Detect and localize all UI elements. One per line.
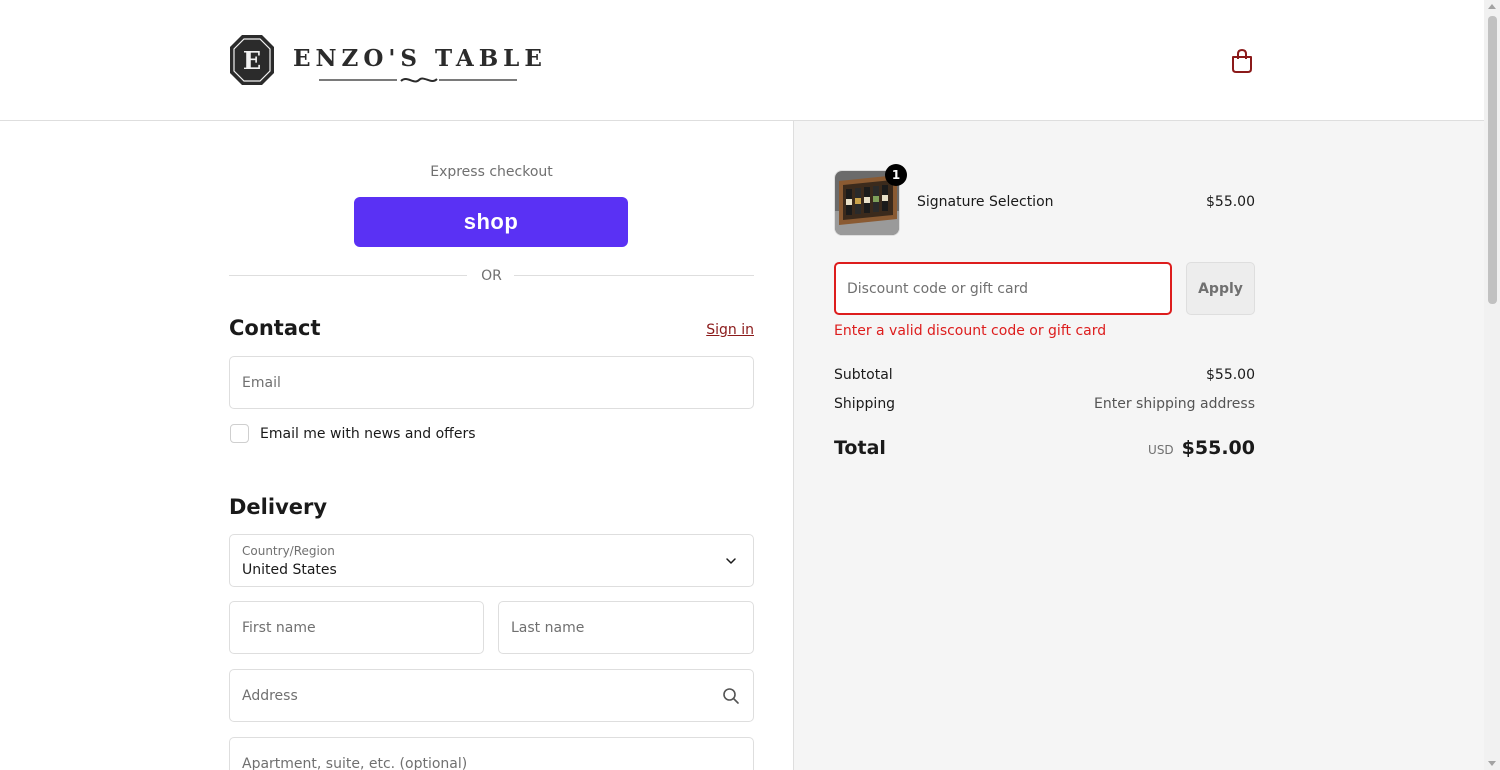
- express-checkout-label: Express checkout: [430, 164, 553, 180]
- logo-mark-letter: E: [243, 46, 261, 75]
- address-input[interactable]: [230, 670, 753, 721]
- brand-logo[interactable]: E ENZO'S TABLE: [229, 34, 543, 86]
- apartment-field[interactable]: [229, 737, 754, 770]
- page-scrollbar[interactable]: [1484, 0, 1500, 770]
- product-name: Signature Selection: [917, 194, 1054, 210]
- scroll-down-arrow-icon[interactable]: [1488, 761, 1496, 766]
- or-divider-text: OR: [481, 268, 502, 284]
- total-amount: $55.00: [1181, 437, 1255, 459]
- first-name-input[interactable]: [230, 602, 483, 653]
- first-name-field[interactable]: [229, 601, 484, 654]
- total-currency: USD: [1148, 443, 1174, 457]
- newsletter-option[interactable]: Email me with news and offers: [230, 424, 476, 443]
- shop-pay-button[interactable]: shop: [354, 197, 628, 247]
- or-divider: OR: [229, 266, 754, 286]
- chevron-down-icon: [726, 558, 736, 564]
- country-label: Country/Region: [242, 544, 335, 558]
- last-name-field[interactable]: [498, 601, 754, 654]
- shipping-label: Shipping: [834, 396, 896, 412]
- country-select[interactable]: Country/Region United States: [229, 534, 754, 587]
- product-price: $55.00: [1206, 194, 1255, 210]
- subtotal-row: Subtotal $55.00: [834, 367, 1255, 383]
- sign-in-link[interactable]: Sign in: [700, 322, 754, 338]
- email-field[interactable]: [229, 356, 754, 409]
- quantity-badge: 1: [885, 164, 907, 186]
- subtotal-value: $55.00: [1206, 367, 1255, 383]
- logo-text: ENZO'S TABLE: [293, 45, 547, 72]
- discount-error-message: Enter a valid discount code or gift card: [834, 323, 1107, 339]
- total-value: USD $55.00: [1148, 437, 1255, 459]
- contact-title: Contact: [229, 316, 321, 340]
- scroll-up-arrow-icon[interactable]: [1488, 4, 1496, 9]
- apply-discount-button[interactable]: Apply: [1186, 262, 1255, 315]
- newsletter-checkbox[interactable]: [230, 424, 249, 443]
- shop-pay-label: shop: [463, 209, 519, 234]
- apartment-input[interactable]: [230, 738, 753, 770]
- logo-mark-icon: E: [230, 35, 274, 85]
- shipping-value: Enter shipping address: [1094, 396, 1255, 412]
- address-field[interactable]: [229, 669, 754, 722]
- delivery-title: Delivery: [229, 495, 328, 519]
- logo-flourish-icon: [319, 77, 517, 83]
- discount-field[interactable]: [834, 262, 1172, 315]
- newsletter-label: Email me with news and offers: [260, 425, 476, 442]
- or-divider-line-right: [514, 275, 754, 276]
- search-icon[interactable]: [722, 687, 740, 705]
- scrollbar-thumb[interactable]: [1488, 16, 1497, 304]
- total-label: Total: [834, 437, 886, 459]
- checkout-header: E ENZO'S TABLE: [0, 0, 1484, 121]
- country-value: United States: [242, 562, 337, 578]
- shipping-row: Shipping Enter shipping address: [834, 396, 1255, 412]
- discount-input[interactable]: [836, 264, 1170, 313]
- subtotal-label: Subtotal: [834, 367, 893, 383]
- last-name-input[interactable]: [499, 602, 753, 653]
- logo-wordmark: ENZO'S TABLE: [293, 34, 543, 86]
- shopping-bag-icon[interactable]: [1229, 48, 1255, 74]
- email-input[interactable]: [230, 357, 753, 408]
